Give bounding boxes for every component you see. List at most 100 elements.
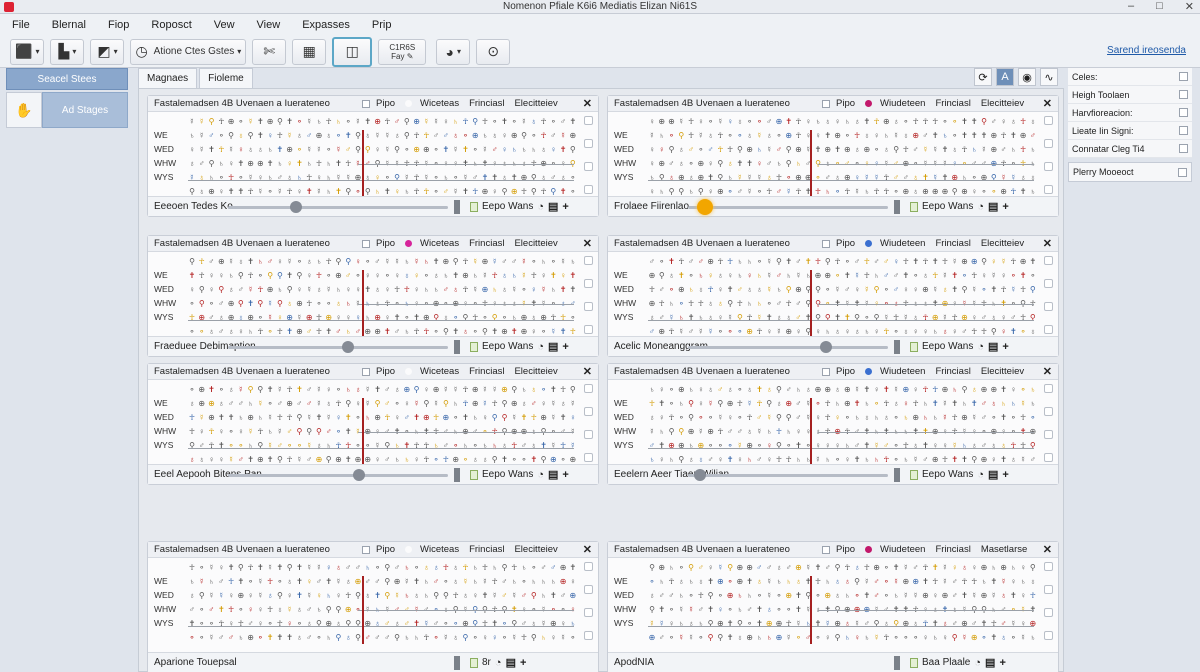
checkbox-icon[interactable]	[822, 367, 830, 376]
slider-track[interactable]	[688, 345, 888, 349]
red-marker-line[interactable]	[810, 398, 812, 466]
scroll-square-icon[interactable]	[584, 139, 593, 148]
checkbox-icon[interactable]	[362, 545, 370, 554]
scroll-square-icon[interactable]	[1044, 139, 1053, 148]
status-checkbox-icon[interactable]	[910, 201, 918, 212]
add-icon[interactable]: +	[562, 201, 568, 213]
close-icon[interactable]: ✕	[1185, 0, 1194, 13]
maximize-icon[interactable]: □	[1156, 0, 1163, 13]
checkbox-icon[interactable]	[1179, 108, 1188, 117]
add-icon[interactable]: +	[1002, 341, 1008, 353]
checkbox-icon[interactable]	[1179, 144, 1188, 153]
scroll-square-icon[interactable]	[1044, 302, 1053, 311]
add-icon[interactable]: +	[562, 469, 568, 481]
settings-icon[interactable]: ◔	[974, 657, 981, 669]
vertical-scroll[interactable]	[1044, 256, 1054, 334]
red-marker-line[interactable]	[362, 398, 364, 466]
footer-slider[interactable]	[688, 198, 888, 215]
right-panel-item-last[interactable]: Plerry Mooeoct	[1068, 162, 1192, 182]
menu-2[interactable]: Blernal	[52, 19, 86, 31]
red-marker-line[interactable]	[362, 270, 364, 338]
scroll-square-icon[interactable]	[1044, 631, 1053, 640]
grip-handle[interactable]	[894, 655, 900, 670]
vertical-scroll[interactable]	[584, 256, 594, 334]
status-checkbox-icon[interactable]	[910, 657, 918, 668]
minimize-icon[interactable]: –	[1128, 0, 1134, 13]
slider-track[interactable]	[688, 205, 888, 209]
status-checkbox-icon[interactable]	[910, 341, 918, 352]
right-panel-item[interactable]: Connatar Cleg Ti4	[1068, 140, 1192, 158]
grip-handle[interactable]	[454, 199, 460, 214]
scroll-square-icon[interactable]	[584, 302, 593, 311]
wave-icon[interactable]: ∿	[1040, 68, 1058, 86]
red-marker-line[interactable]	[810, 576, 812, 644]
settings-icon[interactable]: ◔	[977, 469, 984, 481]
checkbox-icon[interactable]	[362, 99, 370, 108]
vertical-scroll[interactable]	[584, 116, 594, 194]
slider-knob[interactable]	[820, 340, 832, 353]
footer-slider[interactable]	[228, 200, 448, 213]
palette-dropdown-button[interactable]: ◕ ▾	[436, 38, 471, 65]
scroll-square-icon[interactable]	[584, 631, 593, 640]
checkbox-icon[interactable]	[1178, 167, 1187, 177]
tab-2[interactable]: Fioleme	[199, 68, 253, 88]
tab-1[interactable]: Magnaes	[138, 68, 198, 88]
checkbox-icon[interactable]	[1179, 90, 1188, 99]
status-checkbox-icon[interactable]	[470, 657, 478, 668]
close-icon[interactable]: ✕	[1043, 237, 1052, 250]
scroll-square-icon[interactable]	[584, 562, 593, 571]
slider-track[interactable]	[228, 473, 448, 477]
scroll-square-icon[interactable]	[1044, 116, 1053, 125]
menu-5[interactable]: Vew	[214, 19, 235, 31]
image-dropdown-button[interactable]: ◩ ▾	[90, 38, 125, 65]
red-marker-line[interactable]	[810, 130, 812, 198]
scroll-square-icon[interactable]	[584, 162, 593, 171]
settings-icon[interactable]: ◔	[977, 341, 984, 353]
menu-help[interactable]: Prip	[372, 19, 392, 31]
status-checkbox-icon[interactable]	[470, 469, 478, 480]
list-icon[interactable]: ▤	[548, 468, 558, 481]
scroll-square-icon[interactable]	[584, 279, 593, 288]
text-icon[interactable]: A	[996, 68, 1014, 86]
menu-4[interactable]: Roposct	[151, 19, 191, 31]
toolbar-link[interactable]: Sarend ireosenda	[1107, 45, 1186, 56]
scroll-square-icon[interactable]	[584, 116, 593, 125]
scroll-square-icon[interactable]	[584, 384, 593, 393]
scroll-square-icon[interactable]	[1044, 407, 1053, 416]
refresh-icon[interactable]: ⟳	[974, 68, 992, 86]
settings-icon[interactable]: ◔	[537, 469, 544, 481]
menu-3[interactable]: Fiop	[108, 19, 129, 31]
add-icon[interactable]: +	[562, 341, 568, 353]
scroll-square-icon[interactable]	[584, 185, 593, 194]
scroll-square-icon[interactable]	[1044, 279, 1053, 288]
grip-handle[interactable]	[894, 339, 900, 354]
menu-file[interactable]: File	[12, 19, 30, 31]
action-combo[interactable]: ◷ Atione Ctes Gstes ▾	[130, 38, 247, 65]
camera-icon[interactable]: ◉	[1018, 68, 1036, 86]
slider-knob[interactable]	[353, 468, 365, 481]
close-icon[interactable]: ✕	[1043, 543, 1052, 556]
scroll-square-icon[interactable]	[1044, 585, 1053, 594]
add-icon[interactable]: +	[999, 657, 1005, 669]
settings-icon[interactable]: ◔	[495, 657, 502, 669]
scroll-square-icon[interactable]	[1044, 608, 1053, 617]
list-icon[interactable]: ▤	[988, 200, 998, 213]
footer-slider[interactable]	[688, 657, 888, 669]
list-icon[interactable]: ▤	[988, 468, 998, 481]
list-icon[interactable]: ▤	[548, 340, 558, 353]
list-icon[interactable]: ▤	[985, 656, 995, 669]
add-icon[interactable]: +	[1002, 469, 1008, 481]
vertical-scroll[interactable]	[1044, 116, 1054, 194]
status-checkbox-icon[interactable]	[470, 341, 478, 352]
list-icon[interactable]: ▤	[548, 200, 558, 213]
add-icon[interactable]: +	[520, 657, 526, 669]
close-icon[interactable]: ✕	[583, 365, 592, 378]
vertical-scroll[interactable]	[1044, 562, 1054, 640]
close-icon[interactable]: ✕	[583, 543, 592, 556]
slider-track[interactable]	[228, 205, 448, 209]
edit-stack-button[interactable]: C1R6S Fay ✎	[378, 38, 427, 65]
checkbox-icon[interactable]	[1179, 126, 1188, 135]
grip-handle[interactable]	[894, 199, 900, 214]
scroll-square-icon[interactable]	[1044, 430, 1053, 439]
close-icon[interactable]: ✕	[583, 97, 592, 110]
